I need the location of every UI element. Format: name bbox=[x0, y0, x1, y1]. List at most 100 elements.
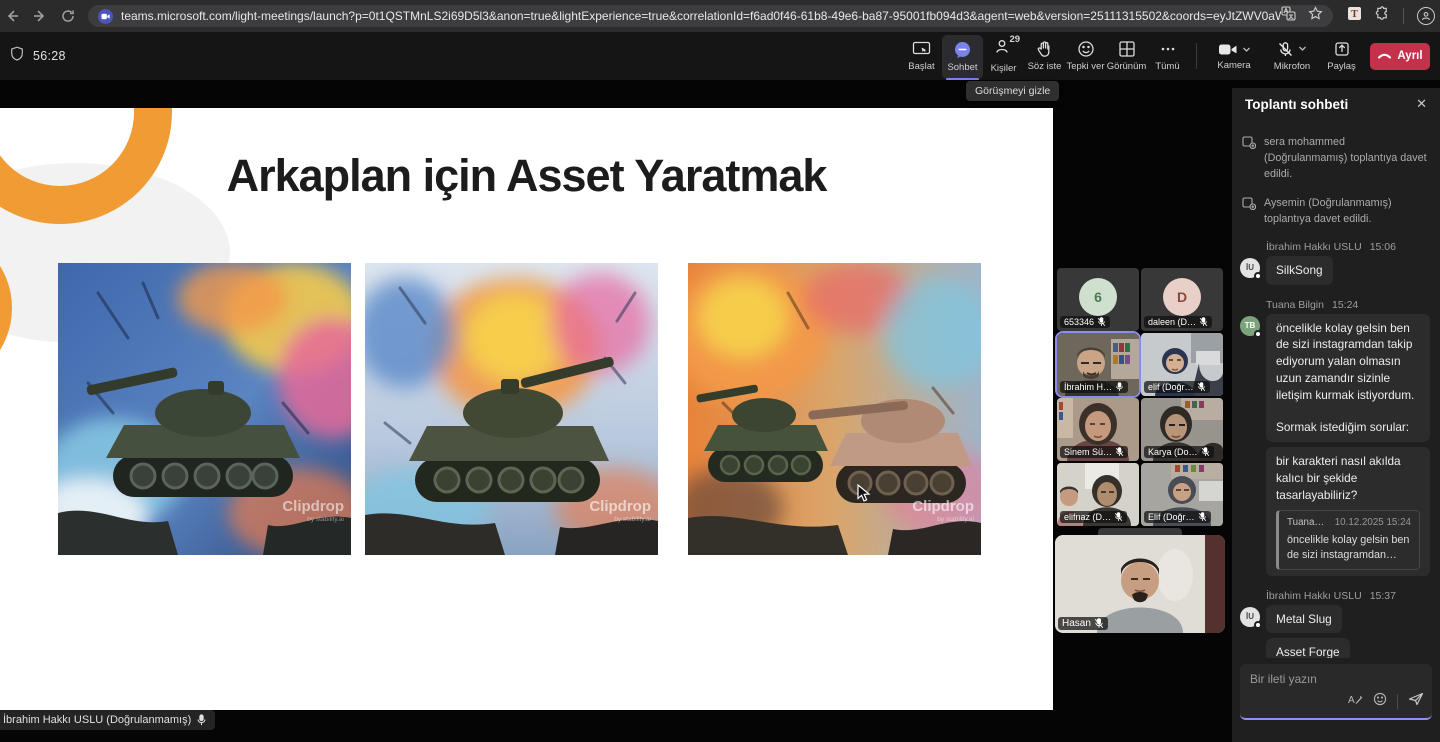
people-count-badge: 29 bbox=[1010, 34, 1021, 45]
message-time: 15:37 bbox=[1370, 590, 1396, 602]
participant-name: elif (Doğr… bbox=[1148, 382, 1194, 392]
send-icon[interactable] bbox=[1408, 692, 1424, 711]
svg-text:by stability.ai: by stability.ai bbox=[307, 516, 344, 523]
tank-artwork-3: Clipdrop by stability.ai bbox=[688, 263, 981, 555]
meeting-timer: 56:28 bbox=[33, 49, 66, 63]
raise-hand-button[interactable]: Söz iste bbox=[1024, 32, 1065, 80]
event-text: Aysemin (Doğrulanmamış) toplantıya davet… bbox=[1264, 195, 1428, 227]
presence-dot bbox=[1254, 330, 1262, 338]
mic-on-icon bbox=[1115, 382, 1124, 392]
svg-text:by stability.ai: by stability.ai bbox=[937, 516, 974, 523]
bookmark-star-icon[interactable] bbox=[1308, 6, 1323, 26]
quote-text: öncelikle kolay gelsin ben de sizi insta… bbox=[1287, 533, 1411, 563]
participant-tile-active-speaker[interactable]: İbrahim H… bbox=[1057, 333, 1139, 396]
start-label: Başlat bbox=[908, 61, 934, 72]
leave-button[interactable]: Ayrıl bbox=[1370, 43, 1430, 70]
raise-hand-label: Söz iste bbox=[1028, 61, 1062, 72]
participant-avatar: 6 bbox=[1079, 278, 1117, 316]
browser-forward-icon[interactable] bbox=[32, 8, 48, 24]
browser-reload-icon[interactable] bbox=[60, 8, 76, 24]
svg-text:T: T bbox=[1351, 9, 1358, 20]
author-name: İbrahim Hakkı USLU bbox=[1266, 241, 1362, 253]
extensions-puzzle-icon[interactable] bbox=[1375, 6, 1390, 26]
mouse-cursor bbox=[857, 484, 872, 508]
react-button[interactable]: Tepki ver bbox=[1065, 32, 1106, 80]
microphone-label: Mikrofon bbox=[1274, 61, 1310, 72]
chat-panel-title: Toplantı sohbeti bbox=[1245, 97, 1348, 112]
participant-tile[interactable]: elifnaz (D… bbox=[1057, 463, 1139, 526]
meeting-stage: Arkaplan için Asset Yaratmak bbox=[0, 80, 1440, 742]
presenter-name-badge: İbrahim Hakkı USLU (Doğrulanmamış) bbox=[0, 710, 215, 730]
spotlight-video-tile[interactable]: Hasan bbox=[1055, 535, 1225, 633]
invite-icon bbox=[1242, 196, 1256, 210]
chat-message[interactable]: Asset Forge bbox=[1266, 638, 1350, 658]
leave-label: Ayrıl bbox=[1397, 50, 1422, 62]
chat-message[interactable]: Metal Slug bbox=[1266, 605, 1342, 634]
share-label: Paylaş bbox=[1327, 61, 1356, 72]
people-button[interactable]: 29 Kişiler bbox=[983, 32, 1024, 80]
message-row: İU SilkSong bbox=[1240, 256, 1430, 285]
chat-message[interactable]: öncelikle kolay gelsin ben de sizi insta… bbox=[1266, 314, 1430, 443]
teams-meeting-window: teams.microsoft.com/light-meetings/launc… bbox=[0, 0, 1440, 742]
extension-t-icon[interactable]: T bbox=[1347, 6, 1362, 26]
participant-avatar: D bbox=[1163, 278, 1201, 316]
message-input[interactable] bbox=[1250, 672, 1400, 686]
people-label: Kişiler bbox=[991, 63, 1017, 74]
react-label: Tepki ver bbox=[1066, 61, 1104, 72]
message-author-row: Tuana Bilgin 15:24 bbox=[1266, 299, 1430, 311]
participant-tile[interactable]: Karya (Do… bbox=[1141, 398, 1223, 461]
participant-tile[interactable]: Elif (Doğr… bbox=[1141, 463, 1223, 526]
format-icon[interactable]: A bbox=[1348, 692, 1363, 711]
camera-chevron-icon bbox=[1242, 42, 1251, 57]
chat-message-list[interactable]: sera mohammed (Doğrulanmamış) toplantıya… bbox=[1232, 120, 1440, 658]
mic-muted-icon bbox=[1197, 382, 1206, 392]
tank-artwork-1: Clipdrop by stability.ai bbox=[58, 263, 351, 555]
chat-button[interactable]: Sohbet bbox=[942, 35, 983, 79]
message-compose-box[interactable]: A bbox=[1240, 664, 1432, 720]
invite-icon bbox=[1242, 135, 1256, 149]
browser-profile-icon[interactable] bbox=[1417, 7, 1435, 25]
mic-muted-icon bbox=[1199, 317, 1208, 327]
mic-muted-icon bbox=[1115, 447, 1124, 457]
more-button[interactable]: Tümü bbox=[1147, 32, 1188, 80]
more-label: Tümü bbox=[1155, 61, 1179, 72]
chat-system-event: Aysemin (Doğrulanmamış) toplantıya davet… bbox=[1242, 195, 1428, 227]
avatar: İU bbox=[1240, 607, 1260, 627]
mic-muted-icon bbox=[1094, 618, 1104, 629]
quoted-reply: Tuana… 10.12.2025 15:24 öncelikle kolay … bbox=[1276, 510, 1420, 569]
chrome-divider bbox=[1403, 8, 1404, 24]
chat-message[interactable]: bir karakteri nasıl akılda kalıcı bir şe… bbox=[1266, 447, 1430, 575]
quote-date: 10.12.2025 15:24 bbox=[1335, 516, 1411, 530]
avatar: İU bbox=[1240, 258, 1260, 278]
start-presenting-button[interactable]: Başlat bbox=[901, 32, 942, 80]
camera-label: Kamera bbox=[1217, 60, 1250, 71]
emoji-icon[interactable] bbox=[1373, 692, 1387, 711]
participant-tile[interactable]: elif (Doğr… bbox=[1141, 333, 1223, 396]
message-time: 15:06 bbox=[1370, 241, 1396, 253]
address-bar[interactable]: teams.microsoft.com/light-meetings/launc… bbox=[88, 5, 1333, 27]
clipdrop-watermark: Clipdrop bbox=[589, 498, 651, 515]
participant-name: Elif (Doğr… bbox=[1148, 512, 1195, 522]
browser-back-icon[interactable] bbox=[4, 8, 20, 24]
chat-system-event: sera mohammed (Doğrulanmamış) toplantıya… bbox=[1242, 134, 1428, 183]
clipdrop-watermark: Clipdrop bbox=[282, 498, 344, 515]
mic-muted-icon bbox=[1097, 317, 1106, 327]
microphone-button[interactable]: Mikrofon bbox=[1263, 32, 1321, 80]
participant-tile[interactable]: D daleen (D… bbox=[1141, 268, 1223, 331]
chat-message[interactable]: SilkSong bbox=[1266, 256, 1333, 285]
microphone-chevron-icon bbox=[1298, 41, 1307, 56]
translate-icon[interactable] bbox=[1281, 6, 1296, 26]
participant-tile[interactable]: 6 653346 bbox=[1057, 268, 1139, 331]
close-icon[interactable]: ✕ bbox=[1416, 96, 1427, 112]
participant-name: Hasan bbox=[1062, 618, 1091, 629]
message-paragraph: öncelikle kolay gelsin ben de sizi insta… bbox=[1276, 320, 1420, 404]
meeting-chat-panel: Toplantı sohbeti ✕ sera mohammed (Doğrul… bbox=[1232, 88, 1440, 742]
participant-tile[interactable]: Sinem Sü… bbox=[1057, 398, 1139, 461]
view-button[interactable]: Görünüm bbox=[1106, 32, 1147, 80]
event-text: sera mohammed (Doğrulanmamış) toplantıya… bbox=[1264, 134, 1428, 183]
slide-title: Arkaplan için Asset Yaratmak bbox=[0, 150, 1053, 202]
camera-button[interactable]: Kamera bbox=[1205, 32, 1263, 80]
participant-name: 653346 bbox=[1064, 317, 1094, 327]
share-button[interactable]: Paylaş bbox=[1321, 32, 1362, 80]
mic-muted-icon bbox=[1198, 512, 1207, 522]
